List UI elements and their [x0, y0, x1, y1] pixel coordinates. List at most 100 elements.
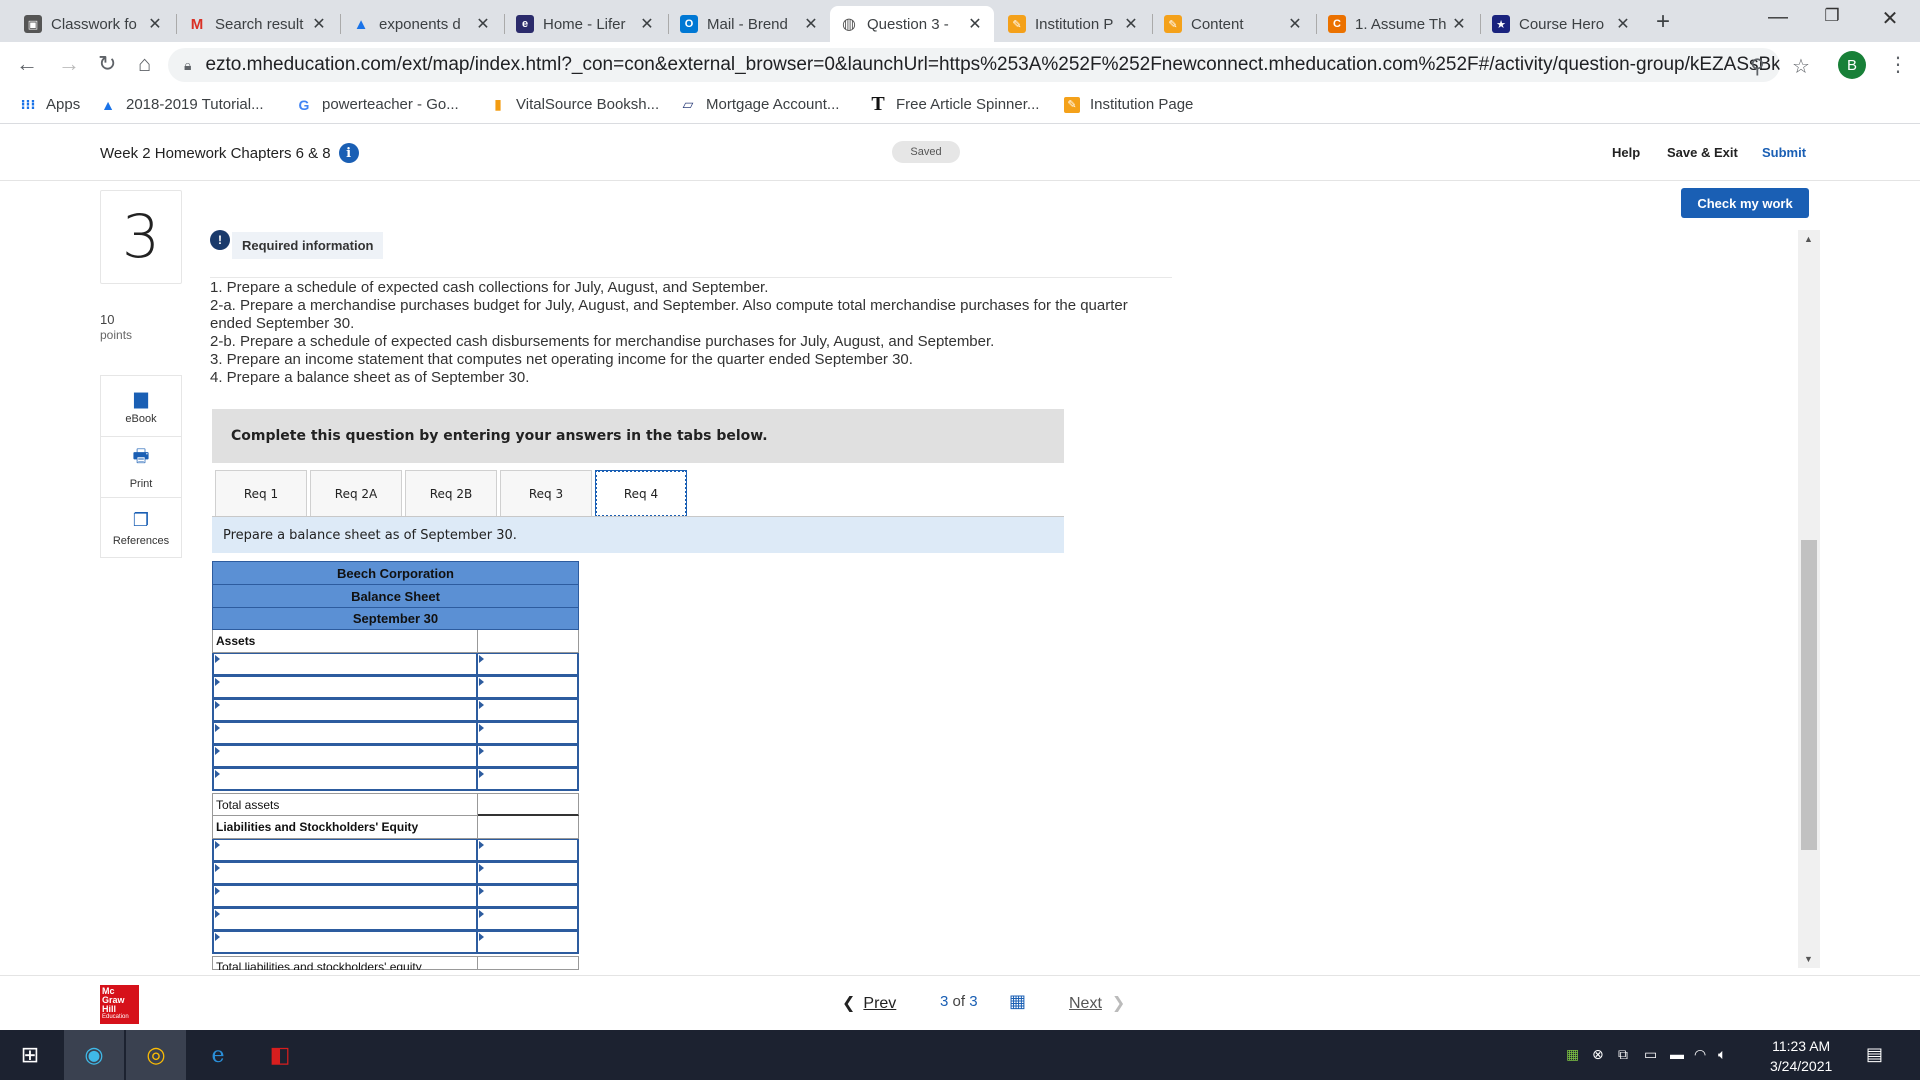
tab-req-2a[interactable]: Req 2A: [310, 470, 402, 517]
asset-amount-input[interactable]: [478, 699, 579, 722]
liability-account-dropdown[interactable]: [212, 931, 478, 954]
bookmark-star-icon[interactable]: ☆: [1792, 54, 1810, 79]
internet-explorer-icon[interactable]: e: [188, 1030, 248, 1080]
check-my-work-button[interactable]: Check my work: [1681, 188, 1809, 218]
bookmark-powerteacher[interactable]: G powerteacher - Go...: [296, 96, 459, 113]
browser-tab-classwork[interactable]: ▣ Classwork fo ✕: [14, 6, 174, 42]
bookmark-tutorial[interactable]: ▲ 2018-2019 Tutorial...: [100, 96, 264, 113]
liability-account-dropdown[interactable]: [212, 862, 478, 885]
bookmark-mortgage[interactable]: ▱ Mortgage Account...: [680, 96, 840, 113]
url-field[interactable]: 🔒︎ ezto.mheducation.com/ext/map/index.ht…: [168, 48, 1780, 82]
asset-amount-input[interactable]: [478, 676, 579, 699]
chrome-icon[interactable]: ◎: [126, 1030, 186, 1080]
window-close-icon[interactable]: ✕: [1870, 6, 1910, 31]
bookmark-institution-page[interactable]: ✎ Institution Page: [1064, 96, 1193, 113]
tray-battery-icon[interactable]: ▬: [1670, 1046, 1684, 1062]
profile-avatar[interactable]: B: [1838, 51, 1866, 79]
close-icon[interactable]: ✕: [1614, 14, 1632, 34]
help-link[interactable]: Help: [1612, 145, 1640, 160]
forward-arrow-icon[interactable]: →: [58, 51, 80, 77]
security-app-icon[interactable]: ◧: [250, 1030, 310, 1080]
scroll-down-icon[interactable]: ▼: [1804, 954, 1813, 964]
browser-tab-course-hero[interactable]: ★ Course Hero ✕: [1482, 6, 1642, 42]
submit-link[interactable]: Submit: [1762, 145, 1806, 160]
next-button[interactable]: Next ❯: [1069, 993, 1125, 1013]
browser-tab-question-3[interactable]: ◍ Question 3 - ✕: [830, 6, 994, 42]
bookmark-vitalsource[interactable]: ▮ VitalSource Booksh...: [490, 96, 659, 113]
bookmark-article-spinner[interactable]: T Free Article Spinner...: [870, 93, 1039, 115]
total-assets-value[interactable]: [478, 793, 579, 816]
close-icon[interactable]: ✕: [802, 14, 820, 34]
wifi-icon[interactable]: ◠: [1694, 1046, 1706, 1063]
edge-browser-icon[interactable]: ◉: [64, 1030, 124, 1080]
windows-start-icon[interactable]: ⊞: [0, 1030, 60, 1080]
browser-menu-icon[interactable]: ⋮: [1888, 52, 1908, 77]
asset-amount-input[interactable]: [478, 653, 579, 676]
asset-account-dropdown[interactable]: [212, 768, 478, 791]
asset-account-dropdown[interactable]: [212, 722, 478, 745]
home-icon[interactable]: ⌂: [138, 51, 151, 77]
drive-icon: ▲: [101, 96, 115, 113]
info-icon[interactable]: i: [338, 143, 359, 163]
liability-amount-input[interactable]: [478, 908, 579, 931]
browser-tab-search-results[interactable]: M Search result ✕: [178, 6, 338, 42]
scroll-up-icon[interactable]: ▲: [1804, 234, 1813, 244]
liability-account-dropdown[interactable]: [212, 885, 478, 908]
tab-req-1[interactable]: Req 1: [215, 470, 307, 517]
total-liabilities-equity-value[interactable]: [478, 956, 579, 970]
close-icon[interactable]: ✕: [1450, 14, 1468, 34]
close-icon[interactable]: ✕: [474, 14, 492, 34]
browser-tab-chegg[interactable]: C 1. Assume Th ✕: [1318, 6, 1478, 42]
asset-account-dropdown[interactable]: [212, 699, 478, 722]
volume-icon[interactable]: 🔈︎: [1718, 1046, 1726, 1063]
reload-icon[interactable]: ↻: [98, 51, 116, 77]
tab-req-3[interactable]: Req 3: [500, 470, 592, 517]
liability-amount-input[interactable]: [478, 862, 579, 885]
minimize-icon[interactable]: —: [1758, 6, 1798, 29]
notifications-icon[interactable]: ▤: [1866, 1044, 1883, 1065]
chegg-icon: C: [1328, 15, 1346, 33]
asset-account-dropdown[interactable]: [212, 745, 478, 768]
tray-app-icon[interactable]: ▦: [1566, 1046, 1579, 1063]
tab-req-4[interactable]: Req 4: [595, 470, 687, 517]
restore-icon[interactable]: ❐: [1812, 6, 1852, 26]
close-icon[interactable]: ✕: [1286, 14, 1304, 34]
liability-amount-input[interactable]: [478, 839, 579, 862]
asset-amount-input[interactable]: [478, 768, 579, 791]
tab-req-2b[interactable]: Req 2B: [405, 470, 497, 517]
print-button[interactable]: 🖶︎ Print: [101, 437, 181, 498]
browser-tab-content[interactable]: ✎ Content ✕: [1154, 6, 1314, 42]
tray-camera-icon[interactable]: ⧉: [1618, 1046, 1628, 1063]
system-clock[interactable]: 11:23 AM 3/24/2021: [1770, 1036, 1832, 1076]
browser-tab-mail[interactable]: O Mail - Brend ✕: [670, 6, 830, 42]
bookmark-apps[interactable]: ⁝⁝⁝ Apps: [20, 96, 81, 113]
close-icon[interactable]: ✕: [146, 14, 164, 34]
prev-button[interactable]: ❮ Prev: [842, 993, 896, 1013]
tray-network-icon[interactable]: ⊗: [1592, 1046, 1604, 1063]
asset-account-dropdown[interactable]: [212, 653, 478, 676]
close-icon[interactable]: ✕: [638, 14, 656, 34]
asset-account-dropdown[interactable]: [212, 676, 478, 699]
back-arrow-icon[interactable]: ←: [16, 51, 38, 77]
scrollbar-thumb[interactable]: [1801, 540, 1817, 850]
browser-tab-institution[interactable]: ✎ Institution P ✕: [998, 6, 1150, 42]
question-grid-icon[interactable]: ▦: [1009, 991, 1026, 1012]
asset-amount-input[interactable]: [478, 722, 579, 745]
close-icon[interactable]: ✕: [1122, 14, 1140, 34]
close-icon[interactable]: ✕: [310, 14, 328, 34]
ebook-button[interactable]: ▆ eBook: [101, 376, 181, 437]
browser-tab-exponents[interactable]: ▲ exponents d ✕: [342, 6, 502, 42]
liability-amount-input[interactable]: [478, 885, 579, 908]
asset-amount-input[interactable]: [478, 745, 579, 768]
content-scrollbar[interactable]: ▲ ▼: [1798, 230, 1820, 968]
liability-amount-input[interactable]: [478, 931, 579, 954]
liability-account-dropdown[interactable]: [212, 839, 478, 862]
tray-display-icon[interactable]: ▭: [1644, 1046, 1657, 1063]
zoom-icon[interactable]: ⚲: [1750, 54, 1765, 79]
references-button[interactable]: ❐ References: [101, 498, 181, 559]
browser-tab-home[interactable]: e Home - Lifer ✕: [506, 6, 666, 42]
liability-account-dropdown[interactable]: [212, 908, 478, 931]
close-icon[interactable]: ✕: [966, 14, 984, 34]
save-exit-link[interactable]: Save & Exit: [1667, 145, 1738, 160]
new-tab-plus-icon[interactable]: +: [1656, 8, 1670, 36]
